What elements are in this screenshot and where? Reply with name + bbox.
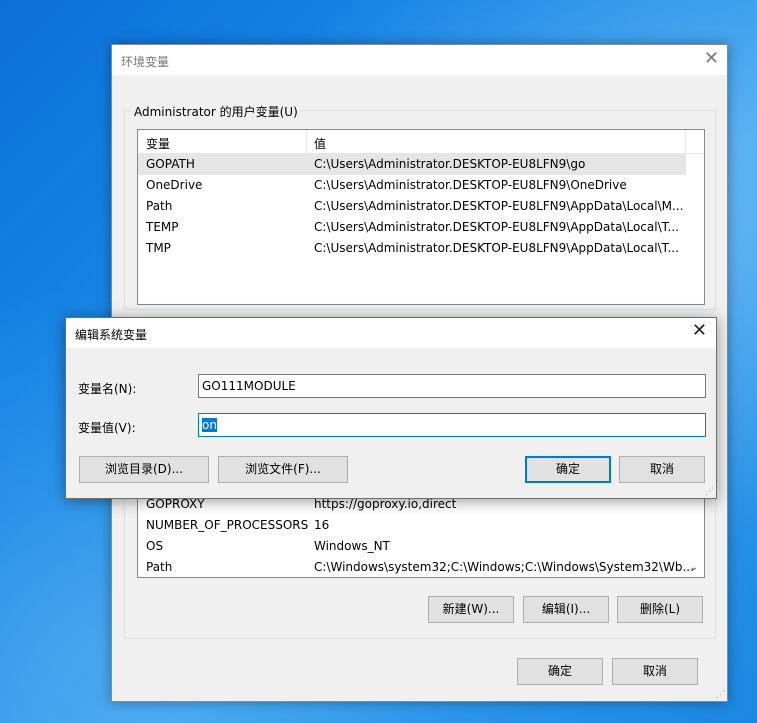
row-variable-value: Windows_NT — [314, 539, 390, 553]
edit-system-variable-dialog: 编辑系统变量 ✕ 变量名(N): GO111MODULE 变量值(V): on … — [65, 317, 717, 499]
column-header-value[interactable]: 值 — [314, 135, 326, 152]
close-icon[interactable]: ✕ — [704, 50, 719, 68]
row-variable-name: OS — [146, 539, 164, 553]
table-row[interactable]: GOPATH C:\Users\Administrator.DESKTOP-EU… — [138, 154, 686, 175]
column-divider[interactable] — [306, 130, 307, 154]
table-row[interactable]: OneDrive C:\Users\Administrator.DESKTOP-… — [138, 175, 704, 196]
row-variable-name: GOPATH — [146, 157, 195, 171]
table-row[interactable]: Path C:\Windows\system32;C:\Windows;C:\W… — [138, 557, 704, 578]
env-dialog-titlebar[interactable]: 环境变量 ✕ — [112, 45, 727, 75]
edit-cancel-button[interactable]: 取消 — [619, 456, 705, 483]
variable-name-field[interactable]: GO111MODULE — [198, 374, 706, 398]
cancel-button[interactable]: 取消 — [612, 658, 698, 685]
column-divider[interactable] — [685, 130, 686, 154]
row-variable-name: OneDrive — [146, 178, 203, 192]
variable-name-label: 变量名(N): — [78, 382, 137, 396]
row-variable-name: Path — [146, 560, 173, 574]
table-row[interactable]: NUMBER_OF_PROCESSORS 16 — [138, 515, 704, 536]
row-variable-name: NUMBER_OF_PROCESSORS — [146, 518, 309, 532]
edit-ok-button[interactable]: 确定 — [525, 456, 611, 483]
row-variable-value: https://goproxy.io,direct — [314, 497, 457, 511]
browse-directory-button[interactable]: 浏览目录(D)... — [79, 456, 209, 483]
row-variable-value: C:\Users\Administrator.DESKTOP-EU8LFN9\g… — [314, 157, 586, 171]
new-system-var-button[interactable]: 新建(W)... — [428, 596, 514, 623]
row-variable-name: Path — [146, 199, 173, 213]
variable-value-label: 变量值(V): — [78, 421, 136, 435]
row-variable-name: TMP — [146, 241, 171, 255]
resize-grip-icon[interactable]: ⋰ — [716, 690, 725, 700]
table-row[interactable]: Path C:\Users\Administrator.DESKTOP-EU8L… — [138, 196, 704, 217]
table-row[interactable]: TMP C:\Users\Administrator.DESKTOP-EU8LF… — [138, 238, 704, 259]
variable-name-value: GO111MODULE — [202, 379, 296, 393]
user-vars-group-label: Administrator 的用户变量(U) — [132, 103, 300, 120]
row-variable-value: C:\Users\Administrator.DESKTOP-EU8LFN9\A… — [314, 241, 679, 255]
variable-value-selected-text: on — [202, 418, 217, 432]
row-variable-value: C:\Windows\system32;C:\Windows;C:\Window… — [314, 560, 694, 574]
delete-system-var-button[interactable]: 删除(L) — [617, 596, 703, 623]
row-variable-value: C:\Users\Administrator.DESKTOP-EU8LFN9\O… — [314, 178, 627, 192]
row-variable-value: C:\Users\Administrator.DESKTOP-EU8LFN9\A… — [314, 199, 684, 213]
browse-file-button[interactable]: 浏览文件(F)... — [218, 456, 348, 483]
resize-grip-icon[interactable]: ⋰ — [705, 487, 714, 497]
row-variable-value: 16 — [314, 518, 330, 532]
env-dialog-title: 环境变量 — [121, 55, 170, 69]
edit-dialog-title: 编辑系统变量 — [75, 328, 148, 342]
user-vars-list[interactable]: 变量 值 GOPATH C:\Users\Administrator.DESKT… — [137, 129, 705, 305]
variable-value-field[interactable]: on — [198, 413, 706, 437]
edit-system-var-button[interactable]: 编辑(I)... — [523, 596, 609, 623]
row-variable-name: TEMP — [146, 220, 179, 234]
chevron-down-icon[interactable]: ⌄ — [690, 562, 698, 573]
user-vars-list-header: 变量 值 — [138, 130, 704, 154]
row-variable-name: GOPROXY — [146, 497, 205, 511]
edit-dialog-titlebar[interactable]: 编辑系统变量 ✕ — [66, 318, 716, 348]
table-row[interactable]: TEMP C:\Users\Administrator.DESKTOP-EU8L… — [138, 217, 704, 238]
table-row[interactable]: OS Windows_NT — [138, 536, 704, 557]
close-icon[interactable]: ✕ — [692, 322, 707, 340]
ok-button[interactable]: 确定 — [517, 658, 603, 685]
column-header-variable[interactable]: 变量 — [146, 135, 170, 152]
row-variable-value: C:\Users\Administrator.DESKTOP-EU8LFN9\A… — [314, 220, 679, 234]
